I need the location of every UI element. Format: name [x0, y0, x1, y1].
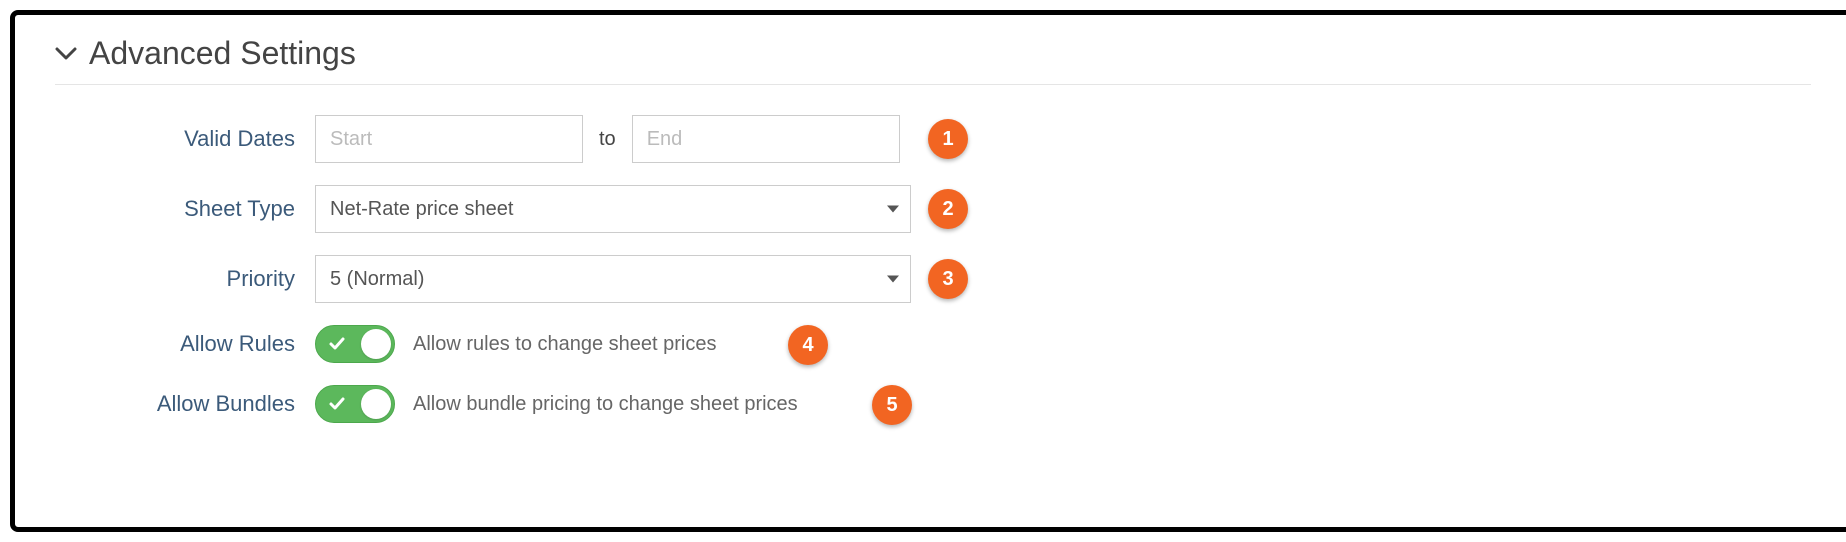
toggle-knob: [361, 329, 391, 359]
row-priority: Priority 5 (Normal) 3: [55, 255, 1811, 303]
priority-select[interactable]: 5 (Normal): [315, 255, 911, 303]
sheet-type-select[interactable]: Net-Rate price sheet: [315, 185, 911, 233]
to-separator: to: [599, 128, 616, 151]
annotation-badge-4: 4: [788, 325, 828, 365]
allow-rules-toggle[interactable]: [315, 325, 395, 363]
allow-rules-control: Allow rules to change sheet prices: [315, 325, 717, 363]
label-allow-bundles: Allow Bundles: [55, 391, 315, 417]
toggle-knob: [361, 389, 391, 419]
allow-bundles-description: Allow bundle pricing to change sheet pri…: [413, 393, 798, 416]
sheet-type-select-wrap: Net-Rate price sheet: [315, 185, 911, 233]
section-header[interactable]: Advanced Settings: [55, 35, 1811, 85]
row-sheet-type: Sheet Type Net-Rate price sheet 2: [55, 185, 1811, 233]
label-sheet-type: Sheet Type: [55, 196, 315, 222]
allow-bundles-toggle[interactable]: [315, 385, 395, 423]
row-valid-dates: Valid Dates to 1: [55, 115, 1811, 163]
advanced-settings-panel: Advanced Settings Valid Dates to 1 Sheet…: [10, 10, 1846, 532]
annotation-badge-3: 3: [928, 259, 968, 299]
label-priority: Priority: [55, 266, 315, 292]
allow-rules-description: Allow rules to change sheet prices: [413, 333, 717, 356]
annotation-badge-1: 1: [928, 119, 968, 159]
check-icon: [328, 395, 346, 413]
label-valid-dates: Valid Dates: [55, 126, 315, 152]
chevron-down-icon: [55, 43, 77, 65]
priority-select-wrap: 5 (Normal): [315, 255, 911, 303]
end-date-input[interactable]: [632, 115, 900, 163]
date-range: to: [315, 115, 900, 163]
check-icon: [328, 335, 346, 353]
section-title: Advanced Settings: [89, 35, 356, 72]
annotation-badge-2: 2: [928, 189, 968, 229]
start-date-input[interactable]: [315, 115, 583, 163]
annotation-badge-5: 5: [872, 385, 912, 425]
label-allow-rules: Allow Rules: [55, 331, 315, 357]
row-allow-bundles: Allow Bundles Allow bundle pricing to ch…: [55, 385, 1811, 423]
allow-bundles-control: Allow bundle pricing to change sheet pri…: [315, 385, 798, 423]
row-allow-rules: Allow Rules Allow rules to change sheet …: [55, 325, 1811, 363]
